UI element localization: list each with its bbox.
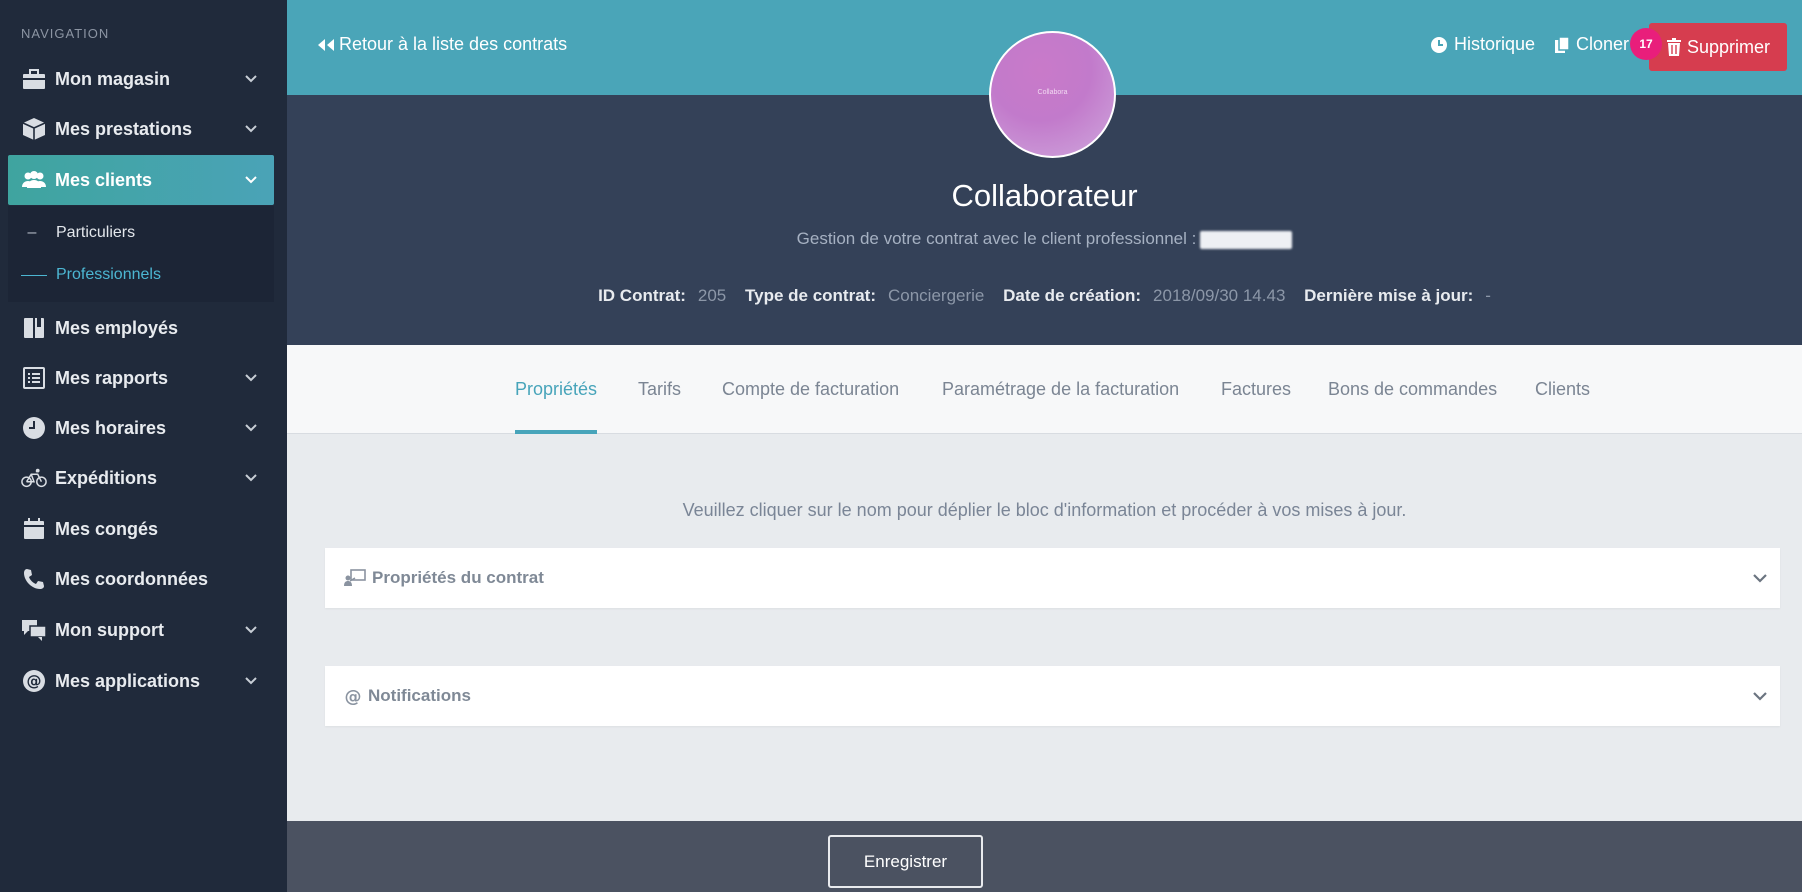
nav-title: NAVIGATION (21, 26, 110, 41)
tab-parametrage-facturation[interactable]: Paramétrage de la facturation (942, 345, 1179, 434)
sidebar-item-label: Mes applications (55, 670, 201, 691)
sidebar-item-label: Mes employés (55, 317, 179, 338)
at-icon: @ (21, 668, 47, 694)
sidebar-subitem-particuliers[interactable]: – Particuliers (8, 216, 274, 250)
phone-icon (21, 566, 47, 592)
delete-button[interactable]: Supprimer (1649, 23, 1787, 71)
panel-title: Propriétés du contrat (372, 568, 544, 587)
sidebar: NAVIGATION Mon magasin Mes prestations M… (0, 0, 287, 892)
calendar-icon (21, 516, 47, 542)
sidebar-subitem-label: Particuliers (56, 224, 136, 241)
created-label: Date de création: (1003, 286, 1142, 305)
briefcase-icon (21, 66, 47, 92)
tab-clients[interactable]: Clients (1535, 345, 1590, 434)
updated-label: Dernière mise à jour: (1304, 286, 1474, 305)
save-button[interactable]: Enregistrer (828, 835, 983, 888)
sidebar-item-label: Mes prestations (55, 118, 193, 139)
chevron-down-icon (238, 176, 264, 184)
footer-bar: Enregistrer (287, 821, 1802, 892)
sidebar-item-label: Mon support (55, 619, 164, 640)
chevron-down-icon (238, 677, 264, 685)
active-line-icon (8, 274, 56, 276)
sidebar-item-label: Mes congés (55, 518, 159, 539)
sidebar-item-label: Mes horaires (55, 417, 167, 438)
created-value: 2018/09/30 14.43 (1153, 286, 1286, 305)
back-link-label: Retour à la liste des contrats (339, 34, 568, 54)
contract-meta: ID Contrat: 205 Type de contrat: Concierge… (287, 286, 1802, 306)
sidebar-item-label: Mes rapports (55, 367, 169, 388)
sidebar-item-mes-employes[interactable]: Mes employés (8, 303, 274, 353)
sidebar-item-label: Mon magasin (55, 68, 171, 89)
copy-icon (1555, 35, 1570, 53)
history-label: Historique (1454, 34, 1536, 54)
sidebar-item-mes-prestations[interactable]: Mes prestations (8, 104, 274, 154)
sidebar-subitem-label: Professionnels (56, 266, 161, 283)
double-arrow-left-icon (318, 38, 334, 51)
sidebar-item-mes-coordonnees[interactable]: Mes coordonnées (8, 554, 274, 604)
tab-bons-commandes[interactable]: Bons de commandes (1328, 345, 1497, 434)
trash-icon (1666, 38, 1681, 56)
sidebar-item-expeditions[interactable]: Expéditions (8, 453, 274, 503)
clone-button[interactable]: Cloner (1554, 34, 1629, 55)
notification-badge: 17 (1630, 28, 1662, 60)
dash-icon: – (27, 224, 37, 241)
tab-factures[interactable]: Factures (1221, 345, 1291, 434)
clock-icon (1431, 36, 1447, 53)
chevron-down-icon (238, 626, 264, 634)
tab-tarifs[interactable]: Tarifs (638, 345, 681, 434)
sidebar-item-mes-conges[interactable]: Mes congés (8, 504, 274, 554)
clients-submenu: – Particuliers Professionnels (8, 206, 274, 302)
at-icon: @ (344, 687, 362, 705)
instructions-text: Veuillez cliquer sur le nom pour déplier… (682, 500, 1407, 520)
back-to-contracts-link[interactable]: Retour à la liste des contrats (317, 34, 567, 55)
chevron-down-icon (238, 474, 264, 482)
chevron-down-icon (238, 424, 264, 432)
history-button[interactable]: Historique (1430, 34, 1535, 55)
id-label: ID Contrat: (598, 286, 686, 305)
subtitle-text: Gestion de votre contrat avec le client … (796, 229, 1197, 248)
chevron-down-icon (1740, 573, 1780, 583)
sidebar-item-mes-applications[interactable]: @ Mes applications (8, 656, 274, 706)
sidebar-subitem-professionnels[interactable]: Professionnels (8, 258, 274, 292)
sidebar-item-mon-magasin[interactable]: Mon magasin (8, 54, 274, 104)
chevron-down-icon (238, 75, 264, 83)
chevron-down-icon (238, 374, 264, 382)
id-value: 205 (697, 286, 727, 305)
sidebar-item-label: Expéditions (55, 467, 158, 488)
panel-proprietes-contrat[interactable]: Propriétés du contrat (325, 548, 1780, 608)
sidebar-item-mes-clients[interactable]: Mes clients (8, 155, 274, 205)
sidebar-item-label: Mes clients (55, 169, 153, 190)
delete-label: Supprimer (1686, 36, 1771, 57)
contract-avatar: Collabora (989, 31, 1116, 158)
chat-icon (21, 617, 47, 643)
clock-icon (21, 415, 47, 441)
panel-title: Notifications (368, 686, 471, 705)
updated-value: - (1485, 286, 1491, 305)
type-label: Type de contrat: (745, 286, 876, 305)
panel-notifications[interactable]: @ Notifications (325, 666, 1780, 726)
sidebar-item-mes-rapports[interactable]: Mes rapports (8, 353, 274, 403)
cube-icon (21, 116, 47, 142)
svg-text:@: @ (27, 672, 42, 690)
tab-compte-facturation[interactable]: Compte de facturation (722, 345, 899, 434)
type-value: Conciergerie (887, 286, 985, 305)
book-icon (21, 315, 47, 341)
presentation-icon (344, 569, 366, 587)
redacted-client-name (1200, 230, 1293, 249)
avatar-text: Collabora (1037, 89, 1068, 96)
sidebar-item-mes-horaires[interactable]: Mes horaires (8, 403, 274, 453)
tabs-bar: Propriétés Tarifs Compte de facturation … (287, 345, 1802, 434)
sidebar-item-label: Mes coordonnées (55, 568, 209, 589)
page-subtitle: Gestion de votre contrat avec le client … (287, 229, 1802, 249)
svg-text:@: @ (345, 687, 362, 705)
tab-proprietes[interactable]: Propriétés (515, 345, 598, 434)
clone-label: Cloner (1576, 34, 1630, 54)
users-icon (21, 167, 47, 193)
bicycle-icon (21, 465, 47, 491)
chevron-down-icon (238, 125, 264, 133)
sidebar-item-mon-support[interactable]: Mon support (8, 605, 274, 655)
page-title: Collaborateur (951, 178, 1138, 213)
list-icon (21, 365, 47, 391)
chevron-down-icon (1740, 691, 1780, 701)
